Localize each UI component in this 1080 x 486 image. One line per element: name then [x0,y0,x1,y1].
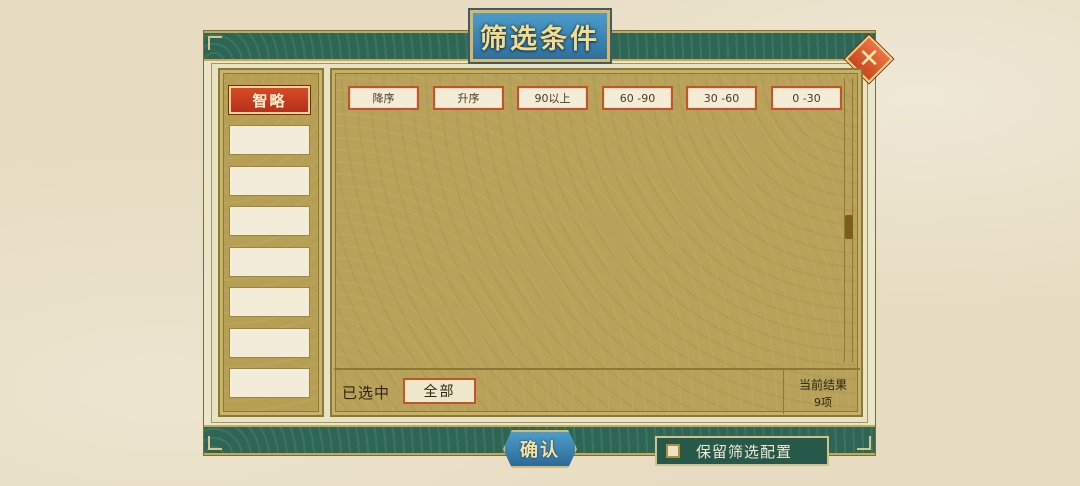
filter-90-plus-button[interactable]: 90以上 [517,86,588,110]
scrollbar-thumb[interactable] [845,215,853,239]
category-slot-empty[interactable] [229,247,310,277]
category-slot-empty[interactable] [229,125,310,155]
filter-0-30-button[interactable]: 0 -30 [771,86,842,110]
corner-ornament-bottom-right [857,436,871,450]
checkbox-icon[interactable] [666,444,680,458]
filter-sort-asc-button[interactable]: 升序 [433,86,504,110]
dialog-title-plaque: 筛选条件 [470,10,610,62]
keep-config-label: 保留筛选配置 [696,442,793,461]
filter-60-90-button[interactable]: 60 -90 [602,86,673,110]
corner-ornament-bottom-left [208,436,222,450]
selected-label: 已选中 [342,384,391,402]
category-slot-empty[interactable] [229,287,310,317]
current-result-label: 当前结果 [798,378,847,392]
category-slot-empty[interactable] [229,328,310,358]
filter-30-60-button[interactable]: 30 -60 [686,86,757,110]
category-slot-empty[interactable] [229,368,310,398]
category-slot-empty[interactable] [229,206,310,236]
current-result-count: 9项 [814,396,832,409]
filter-sort-desc-button[interactable]: 降序 [348,86,419,110]
category-slot-empty[interactable] [229,166,310,196]
selected-all-button[interactable]: 全部 [403,378,476,404]
filter-options-panel [330,68,863,417]
footer-divider [334,368,860,370]
category-tab-active[interactable]: 智略 [229,86,310,114]
keep-config-toggle[interactable]: 保留筛选配置 [655,436,829,466]
confirm-button-label[interactable]: 确认 [503,430,577,468]
category-panel [218,68,324,417]
dialog-title: 筛选条件 [480,23,600,55]
corner-ornament-top-left [208,36,222,50]
result-divider [783,370,784,414]
